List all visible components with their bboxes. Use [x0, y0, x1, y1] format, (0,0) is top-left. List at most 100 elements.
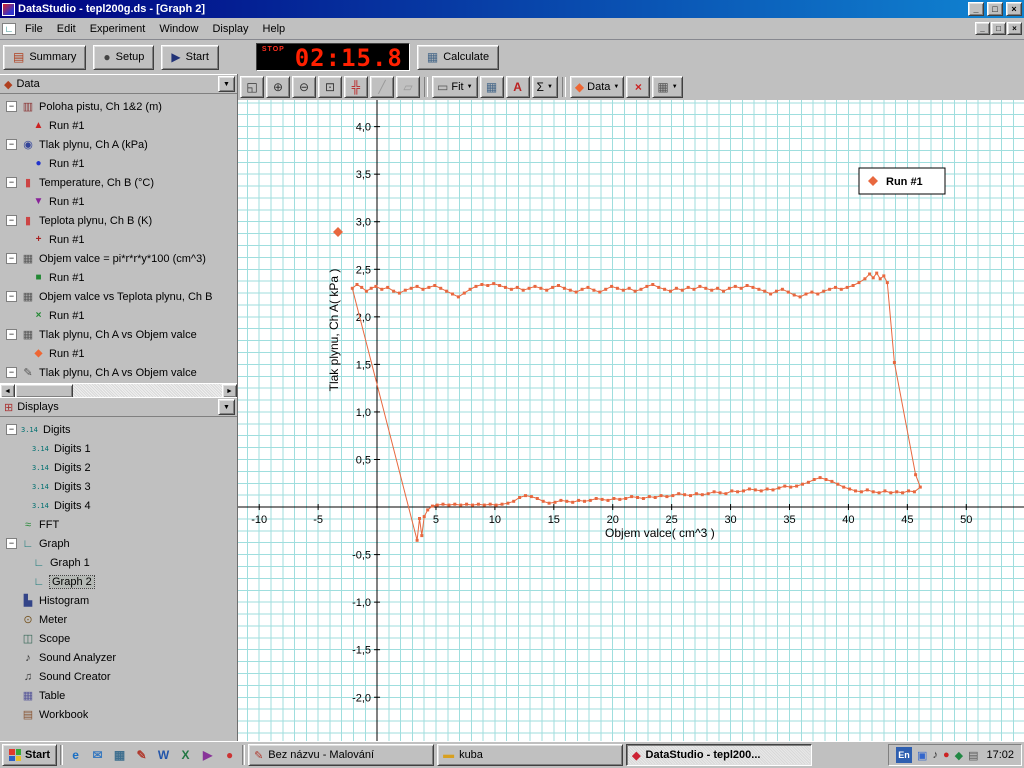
calculate-button[interactable]: ▦ Calculate [416, 44, 500, 70]
graph-canvas[interactable]: -10 -5 5 10 15 20 25 30 35 40 45 50 4,0 3,5 3,0 2,5 2,0 1… [238, 100, 1024, 741]
data-run-objem[interactable]: ■ Run #1 [0, 268, 237, 287]
scale-to-fit-button[interactable]: ◱ [240, 76, 264, 98]
display-item-fft[interactable]: ≈ FFT [0, 515, 237, 534]
quicklaunch-media-player-icon[interactable]: ▶ [198, 745, 217, 765]
data-panel-menu-button[interactable]: ▼ [218, 76, 235, 92]
tree-collapse-icon[interactable]: − [6, 424, 17, 435]
menu-display[interactable]: Display [205, 20, 255, 38]
start-button[interactable]: ▶ Start [161, 44, 219, 70]
quicklaunch-excel-icon[interactable]: X [176, 745, 195, 765]
tree-collapse-icon[interactable]: − [6, 215, 17, 226]
zoom-in-button[interactable]: ⊕ [266, 76, 290, 98]
maximize-button[interactable]: □ [987, 2, 1003, 16]
data-item-tlak-vs-objem[interactable]: − ▦ Tlak plynu, Ch A vs Objem valce [0, 325, 237, 344]
display-settings-icon[interactable]: ▣ [917, 749, 927, 762]
setup-button[interactable]: ● Setup [93, 44, 155, 70]
task-datastudio-window[interactable]: ◆ DataStudio - tepl200... [626, 744, 813, 766]
display-item-digits-1[interactable]: 3.14 Digits 1 [0, 439, 237, 458]
note-tool-button[interactable]: ▱ [396, 76, 420, 98]
display-item-label: Histogram [39, 594, 90, 607]
menu-experiment[interactable]: Experiment [83, 20, 153, 38]
keyboard-language-indicator[interactable]: En [896, 747, 913, 763]
display-item-table[interactable]: ▦ Table [0, 686, 237, 705]
menu-help[interactable]: Help [256, 20, 293, 38]
displays-panel-menu-button[interactable]: ▼ [218, 399, 235, 415]
data-run-temperature[interactable]: ▼ Run #1 [0, 192, 237, 211]
tree-collapse-icon[interactable]: − [6, 177, 17, 188]
display-item-meter[interactable]: ⊙ Meter [0, 610, 237, 629]
data-item-temperature[interactable]: − ▮ Temperature, Ch B (°C) [0, 173, 237, 192]
slope-tool-button[interactable]: ╱ [370, 76, 394, 98]
display-item-histogram[interactable]: ▙ Histogram [0, 591, 237, 610]
volume-icon[interactable]: ♪ [932, 749, 938, 761]
data-run-teplota[interactable]: + Run #1 [0, 230, 237, 249]
menu-file[interactable]: File [18, 20, 50, 38]
tree-collapse-icon[interactable]: − [6, 291, 17, 302]
tree-collapse-icon[interactable]: − [6, 538, 17, 549]
data-horizontal-scrollbar[interactable]: ◄ ► [0, 383, 237, 398]
data-menu-button[interactable]: ◆ Data ▼ [569, 76, 625, 98]
tree-collapse-icon[interactable]: − [6, 253, 17, 264]
tree-collapse-icon[interactable]: − [6, 367, 17, 378]
display-item-graph-2[interactable]: ∟ Graph 2 [0, 572, 237, 591]
display-item-sound-analyzer[interactable]: ♪ Sound Analyzer [0, 648, 237, 667]
scroll-right-button[interactable]: ► [222, 384, 237, 398]
tree-collapse-icon[interactable]: − [6, 101, 17, 112]
display-item-digits-2[interactable]: 3.14 Digits 2 [0, 458, 237, 477]
calculator-tool-button[interactable]: ▦ [479, 76, 504, 98]
mdi-minimize-button[interactable]: _ [975, 22, 990, 35]
data-item-objem-vs-teplota[interactable]: − ▦ Objem valce vs Teplota plynu, Ch B [0, 287, 237, 306]
quicklaunch-word-icon[interactable]: W [154, 745, 173, 765]
data-item-tlak-plynu[interactable]: − ◉ Tlak plynu, Ch A (kPa) [0, 135, 237, 154]
smart-tool-button[interactable]: ╬ [344, 76, 368, 98]
display-item-graph[interactable]: − ∟ Graph [0, 534, 237, 553]
quicklaunch-mail-icon[interactable]: ✉ [88, 745, 107, 765]
display-item-workbook[interactable]: ▤ Workbook [0, 705, 237, 724]
close-button[interactable]: × [1006, 2, 1022, 16]
statistics-menu-button[interactable]: Σ ▼ [531, 76, 558, 98]
data-run-tlak-vs-objem[interactable]: ◆ Run #1 [0, 344, 237, 363]
minimize-button[interactable]: _ [968, 2, 984, 16]
data-item-tlak-vs-objem-2[interactable]: − ✎ Tlak plynu, Ch A vs Objem valce [0, 363, 237, 382]
menu-edit[interactable]: Edit [50, 20, 83, 38]
data-run-poloha[interactable]: ▲ Run #1 [0, 116, 237, 135]
zoom-select-button[interactable]: ⊡ [318, 76, 342, 98]
data-item-objem-valce[interactable]: − ▦ Objem valce = pi*r*r*y*100 (cm^3) [0, 249, 237, 268]
task-kuba-folder[interactable]: ▬ kuba [437, 744, 624, 766]
text-tool-button[interactable]: A [505, 76, 530, 98]
antivirus-icon[interactable]: ● [943, 749, 950, 761]
scheduler-icon[interactable]: ◆ [955, 749, 963, 762]
scrollbar-thumb[interactable] [15, 384, 73, 398]
data-run-tlak[interactable]: ● Run #1 [0, 154, 237, 173]
data-run-objem-vs-teplota[interactable]: × Run #1 [0, 306, 237, 325]
graph-settings-button[interactable]: ▦ ▼ [652, 76, 683, 98]
fit-menu-button[interactable]: ▭ Fit ▼ [432, 76, 478, 98]
displays-panel-icon: ⊞ [4, 401, 14, 414]
data-item-poloha-pistu[interactable]: − ▥ Poloha pistu, Ch 1&2 (m) [0, 97, 237, 116]
scrollbar-track[interactable] [73, 384, 222, 397]
graph-window-icon[interactable]: ∟ [2, 22, 16, 35]
menu-window[interactable]: Window [152, 20, 205, 38]
zoom-out-button[interactable]: ⊖ [292, 76, 316, 98]
display-item-digits[interactable]: − 3.14 Digits [0, 420, 237, 439]
display-item-scope[interactable]: ◫ Scope [0, 629, 237, 648]
data-item-teplota-plynu[interactable]: − ▮ Teplota plynu, Ch B (K) [0, 211, 237, 230]
quicklaunch-browser-icon[interactable]: ● [220, 745, 239, 765]
network-icon[interactable]: ▤ [968, 749, 978, 762]
mdi-restore-button[interactable]: □ [991, 22, 1006, 35]
start-menu-button[interactable]: Start [2, 744, 58, 766]
display-item-digits-4[interactable]: 3.14 Digits 4 [0, 496, 237, 515]
mdi-close-button[interactable]: × [1007, 22, 1022, 35]
tree-collapse-icon[interactable]: − [6, 329, 17, 340]
display-item-sound-creator[interactable]: ♫ Sound Creator [0, 667, 237, 686]
task-paint-window[interactable]: ✎ Bez názvu - Malování [248, 744, 435, 766]
scroll-left-button[interactable]: ◄ [0, 384, 15, 398]
quicklaunch-show-desktop-icon[interactable]: ▦ [110, 745, 129, 765]
display-item-graph-1[interactable]: ∟ Graph 1 [0, 553, 237, 572]
quicklaunch-internet-explorer-icon[interactable]: e [66, 745, 85, 765]
display-item-digits-3[interactable]: 3.14 Digits 3 [0, 477, 237, 496]
quicklaunch-paint-icon[interactable]: ✎ [132, 745, 151, 765]
delete-button[interactable]: × [626, 76, 651, 98]
tree-collapse-icon[interactable]: − [6, 139, 17, 150]
summary-button[interactable]: ▤ Summary [3, 44, 87, 70]
